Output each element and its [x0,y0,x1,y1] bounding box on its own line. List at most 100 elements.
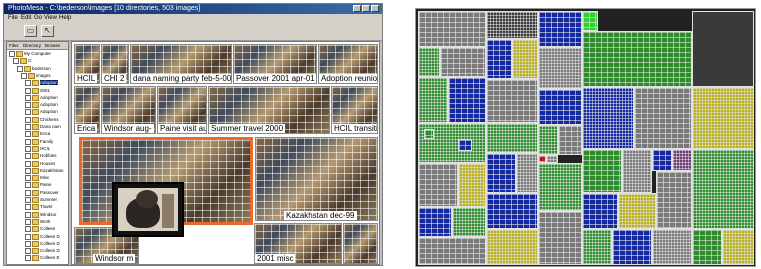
treemap-cell[interactable] [458,163,486,207]
treemap-cell[interactable] [538,11,582,47]
treemap-cell[interactable] [538,163,582,211]
expand-icon[interactable] [25,248,31,255]
expand-icon[interactable] [25,80,31,87]
treemap-cell[interactable] [486,153,516,193]
close-icon[interactable] [371,5,379,12]
photo-zoom-viewer[interactable]: HCIL CHI 2 dana naming party feb-5-00 Pa… [71,41,380,265]
treemap-cell[interactable] [418,11,486,47]
treemap-cell[interactable] [692,229,722,265]
menu-edit[interactable]: Edit [21,14,31,23]
treemap-cell[interactable] [546,155,558,163]
expand-icon[interactable] [13,58,19,65]
tree-item[interactable]: Kazakhstan [25,167,64,174]
treemap-cell[interactable] [582,149,622,193]
photo-group[interactable]: CHI 2 [101,44,129,84]
tree-item[interactable]: bederson [17,65,51,72]
treemap-cell[interactable] [538,211,582,265]
tree-item[interactable]: HCIL [25,145,50,152]
tree-item[interactable]: Colleen D [25,248,60,255]
menu-help[interactable]: Help [59,14,71,23]
treemap-cell[interactable] [418,77,448,123]
tree-item[interactable]: Adoption [25,109,58,116]
arrow-icon[interactable]: ↖ [41,25,54,37]
tree-item[interactable]: 2001 [25,87,50,94]
treemap-cell[interactable] [672,149,692,171]
expand-icon[interactable] [25,160,31,167]
tree-item[interactable]: Colleen D [25,233,60,240]
expand-icon[interactable] [25,255,31,262]
treemap-cell[interactable] [448,77,486,123]
treemap-cell[interactable] [452,207,486,237]
treemap-visualization[interactable] [415,8,756,267]
expand-icon[interactable] [25,138,31,145]
expand-icon[interactable] [25,167,31,174]
expand-icon[interactable] [25,116,31,123]
treemap-cell[interactable] [582,87,634,149]
treemap-cell[interactable] [486,11,538,39]
tree-item[interactable]: Erica [25,131,50,138]
expand-icon[interactable] [9,51,15,57]
menu-file[interactable]: File [8,14,18,23]
expand-icon[interactable] [25,240,31,247]
treemap-cell[interactable] [486,193,538,229]
treemap-cell[interactable] [692,11,754,87]
treemap-cell[interactable] [538,47,582,89]
treemap-cell[interactable] [418,47,440,77]
tree-item[interactable]: images [21,72,51,79]
tree-item[interactable]: C: [13,58,33,65]
treemap-cell[interactable] [486,79,538,123]
expand-icon[interactable] [25,175,31,182]
photo-group[interactable]: HCIL transitio [331,86,378,134]
treemap-cell[interactable] [582,229,612,265]
expand-icon[interactable] [25,233,31,240]
tree-item[interactable]: Passover [25,189,59,196]
treemap-cell[interactable] [722,229,754,265]
tab-directory[interactable]: Directory [23,42,41,49]
folder-icon[interactable]: ▭ [24,25,37,37]
expand-icon[interactable] [25,218,31,225]
expand-icon[interactable] [25,94,31,101]
tree-item[interactable]: Travel [25,204,52,211]
tree-item[interactable]: Summer [25,197,57,203]
treemap-cell[interactable] [652,149,672,171]
expand-icon[interactable] [25,109,31,116]
tree-item[interactable]: Adoption [25,102,58,109]
treemap-cell[interactable] [538,125,558,155]
tree-item[interactable]: Work [25,218,50,225]
expand-icon[interactable] [25,124,31,130]
treemap-cell[interactable] [538,89,582,125]
maximize-icon[interactable] [362,5,370,12]
expand-icon[interactable] [25,204,31,211]
photo-group[interactable]: Erica [74,86,100,134]
treemap-cell[interactable] [418,237,486,265]
expand-icon[interactable] [25,197,31,203]
treemap-cell[interactable] [558,125,582,155]
treemap-cell[interactable] [652,229,692,265]
expand-icon[interactable] [25,226,31,233]
tree-item[interactable]: Paine [25,182,52,189]
expand-icon[interactable] [25,189,31,196]
tree-item[interactable]: Dana nam [25,124,61,130]
photo-group[interactable]: Adoption reunion [318,44,378,84]
treemap-cell[interactable] [424,129,434,139]
tree-item[interactable]: Windsor [25,211,57,218]
expand-icon[interactable] [17,65,23,72]
photo-group[interactable]: Passover 2001 apr-01 [233,44,317,84]
photo-group[interactable]: Kazakhstan dec-99 [255,137,378,221]
treemap-cell[interactable] [582,31,692,87]
photo-preview[interactable] [112,182,184,237]
photo-group[interactable] [343,223,378,264]
treemap-cell[interactable] [618,193,656,229]
tree-item[interactable]: Adoption [25,94,58,101]
photo-group[interactable]: HCIL [74,44,100,84]
treemap-cell[interactable] [622,149,652,193]
tree-item[interactable]: Family [25,138,53,145]
photo-group[interactable]: Windsor aug- [101,86,156,134]
treemap-cell[interactable] [582,11,598,31]
photo-group[interactable]: 2001 misc [254,223,342,264]
expand-icon[interactable] [25,131,31,138]
treemap-cell[interactable] [486,229,538,265]
expand-icon[interactable] [25,87,31,94]
expand-icon[interactable] [25,182,31,189]
tree-item[interactable]: Misc [25,175,49,182]
